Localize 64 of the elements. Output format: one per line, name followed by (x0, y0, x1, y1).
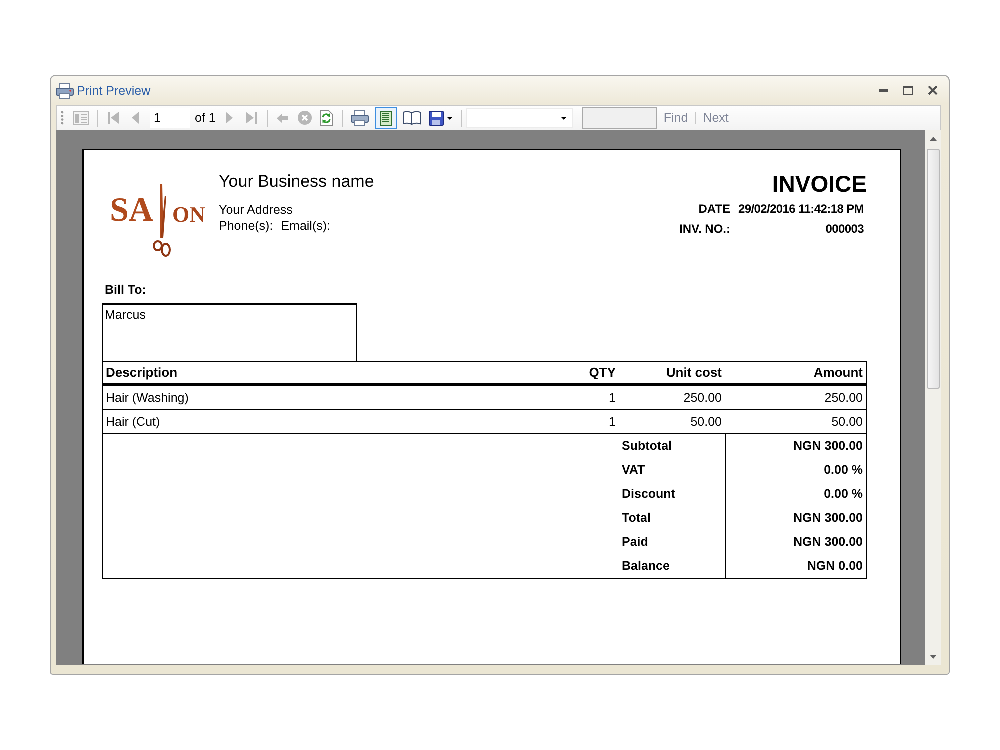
total-label: Discount (621, 486, 676, 503)
total-value: NGN 300.00 (725, 506, 866, 530)
print-layout-button[interactable] (374, 107, 397, 129)
table-cell-text: 1 (608, 390, 617, 406)
table-cell-text: 250.00 (682, 390, 723, 406)
total-value: NGN 300.00 (725, 434, 866, 458)
column-header: QTY (588, 364, 617, 382)
arrow-left-icon (277, 114, 288, 122)
total-label: VAT (621, 462, 646, 479)
triangle-left-icon (132, 112, 138, 124)
column-header: Unit cost (665, 364, 723, 382)
x-circle-icon (298, 111, 312, 125)
scrollbar-thumb[interactable] (926, 149, 940, 389)
bill-to-label: Bill To: (105, 282, 148, 298)
meta-label: INV. NO.: (680, 221, 730, 238)
scroll-up-icon[interactable] (930, 137, 936, 141)
page-number-field[interactable]: 1 (150, 108, 190, 128)
total-label: Balance (621, 558, 671, 575)
meta-value: 000003 (824, 221, 865, 238)
logo-letters: ON (172, 204, 206, 226)
meta-label: DATE (698, 201, 730, 218)
close-icon[interactable] (928, 86, 938, 95)
table-cell-text: Hair (Cut) (105, 414, 162, 431)
grip-icon[interactable] (61, 111, 64, 125)
business-address: Your Address (219, 202, 294, 218)
caret-icon (560, 116, 567, 120)
printer-icon (350, 110, 369, 126)
skip-back-icon (108, 112, 118, 124)
column-header: Amount (812, 364, 864, 382)
scroll-down-icon[interactable] (930, 655, 936, 659)
window-title: Print Preview (77, 84, 151, 98)
page-icon (380, 110, 392, 126)
refresh-icon (320, 110, 334, 126)
total-label: Paid (621, 534, 650, 551)
total-label: Subtotal (621, 438, 673, 455)
table-cell-text: 50.00 (690, 414, 723, 430)
contact-label: Phone(s): (219, 218, 274, 234)
page-count: of 1 (195, 111, 216, 125)
total-value: NGN 0.00 (725, 554, 866, 578)
invoice-title: INVOICE (772, 172, 867, 196)
maximize-icon[interactable] (903, 86, 913, 95)
search-field[interactable] (582, 107, 657, 129)
business-name: Your Business name (219, 172, 374, 192)
table-cell-text: 250.00 (824, 390, 864, 406)
table-cell-text: 1 (608, 414, 617, 430)
skip-forward-icon (246, 112, 258, 124)
total-label: Total (621, 510, 652, 527)
table-cell-text: 50.00 (830, 414, 864, 430)
triangle-right-icon (226, 112, 234, 124)
printer-icon (56, 82, 74, 98)
meta-value: 29/02/2016 11:42:18 PM (738, 201, 865, 218)
list-panel-icon (73, 111, 89, 125)
total-value: 0.00 % (725, 458, 866, 482)
caret-icon (446, 116, 453, 120)
customer-name: Marcus (105, 308, 146, 322)
scrollbar[interactable] (925, 130, 941, 665)
book-icon (402, 111, 421, 125)
table-cell-text: Hair (Washing) (105, 390, 190, 407)
logo-letters: SA (110, 194, 154, 228)
column-header: Description (105, 364, 179, 382)
contact-label: Email(s): (281, 218, 331, 234)
total-value: NGN 300.00 (725, 530, 866, 554)
total-value: 0.00 % (725, 482, 866, 506)
zoom-dropdown[interactable] (466, 108, 573, 128)
